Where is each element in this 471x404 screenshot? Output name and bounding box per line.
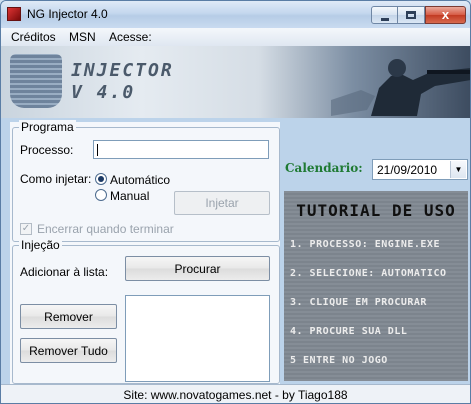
banner-version: V 4.0	[71, 82, 136, 103]
add-to-list-label: Adicionar à lista:	[20, 265, 109, 279]
programa-group: Programa Processo: Como injetar: Automát…	[12, 120, 280, 242]
menu-acesse[interactable]: Acesse:	[109, 30, 152, 44]
programa-legend: Programa	[19, 120, 76, 134]
close-icon: x	[441, 7, 450, 22]
process-label: Processo:	[20, 143, 74, 157]
menu-msn[interactable]: MSN	[69, 30, 96, 44]
process-input[interactable]	[93, 140, 269, 159]
left-panel: Programa Processo: Como injetar: Automát…	[10, 120, 280, 384]
menu-bar: Créditos MSN Acesse:	[1, 28, 470, 46]
text-caret	[97, 144, 98, 156]
window-title: NG Injector 4.0	[27, 7, 108, 21]
tutorial-step: 5 ENTRE NO JOGO	[290, 355, 388, 366]
minimize-icon	[381, 18, 389, 21]
injecao-group: Injeção Adicionar à lista: Procurar Remo…	[12, 238, 280, 384]
maximize-button[interactable]	[398, 6, 425, 24]
date-picker[interactable]: 21/09/2010 ▼	[372, 159, 468, 180]
calendar-label: Calendario:	[285, 161, 363, 175]
app-icon	[7, 7, 21, 21]
radio-automatico[interactable]	[95, 173, 107, 185]
close-button[interactable]: x	[425, 6, 466, 24]
tutorial-title: TUTORIAL DE USO	[296, 201, 456, 220]
title-bar[interactable]: NG Injector 4.0 x	[1, 1, 470, 28]
status-text: Site: www.novatogames.net - by Tiago188	[123, 388, 348, 402]
status-bar: Site: www.novatogames.net - by Tiago188	[1, 384, 470, 403]
radio-manual-label[interactable]: Manual	[110, 189, 149, 203]
radio-automatico-label[interactable]: Automático	[110, 173, 170, 187]
radio-manual[interactable]	[95, 189, 107, 201]
chevron-down-icon[interactable]: ▼	[450, 161, 466, 178]
banner-title: INJECTOR	[71, 60, 174, 81]
injecao-legend: Injeção	[19, 238, 62, 252]
date-value: 21/09/2010	[377, 163, 438, 177]
app-window: NG Injector 4.0 x Créditos MSN Acesse: I…	[0, 0, 471, 404]
dll-list[interactable]	[125, 295, 270, 382]
ng-logo-icon	[10, 54, 62, 108]
soldier-icon	[331, 59, 470, 116]
close-when-done-label[interactable]: Encerrar quando terminar	[37, 222, 174, 236]
close-when-done-checkbox[interactable]: ✓	[20, 223, 32, 235]
browse-button[interactable]: Procurar	[125, 256, 270, 281]
maximize-icon	[406, 11, 416, 19]
remove-all-button[interactable]: Remover Tudo	[20, 338, 117, 363]
tutorial-step: 4. PROCURE SUA DLL	[290, 326, 408, 337]
header-banner: INJECTOR V 4.0	[1, 46, 470, 118]
tutorial-step: 3. CLIQUE EM PROCURAR	[290, 297, 427, 308]
inject-button[interactable]: Injetar	[174, 191, 270, 215]
tutorial-step: 1. PROCESSO: ENGINE.EXE	[290, 239, 440, 250]
tutorial-panel: TUTORIAL DE USO 1. PROCESSO: ENGINE.EXE …	[284, 191, 468, 381]
tutorial-step: 2. SELECIONE: AUTOMATICO	[290, 268, 447, 279]
remove-button[interactable]: Remover	[20, 304, 117, 329]
menu-creditos[interactable]: Créditos	[11, 30, 56, 44]
inject-mode-label: Como injetar:	[20, 172, 92, 186]
minimize-button[interactable]	[371, 6, 398, 24]
